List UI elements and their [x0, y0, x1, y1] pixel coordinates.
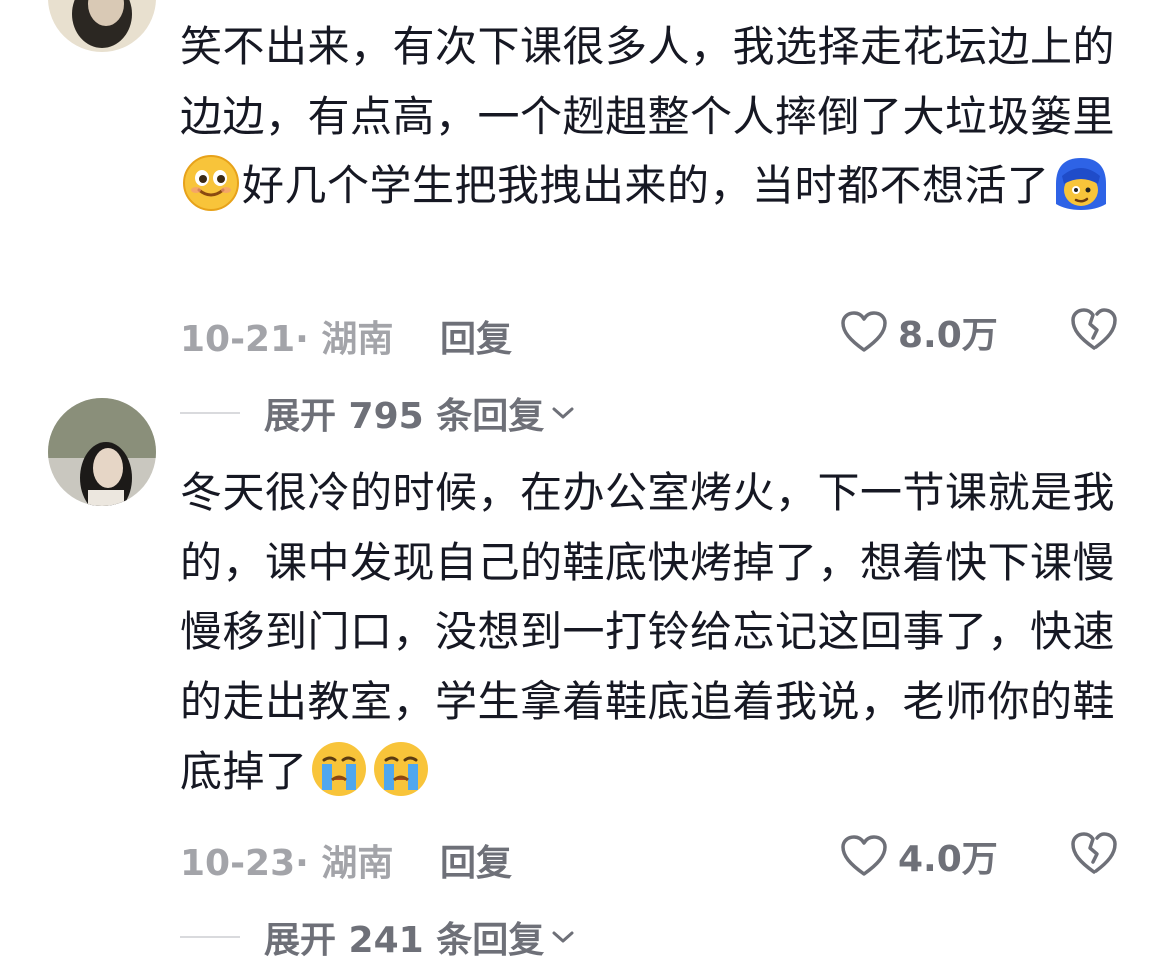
comment-meta: 10-23· 湖南 回复 4.0万 [180, 826, 1130, 886]
date-location: 10-23· 湖南 [180, 843, 394, 884]
expand-replies[interactable]: 展开 241 条回复 [180, 912, 576, 962]
comment-text: 冬天很冷的时候，在办公室烤火，下一节课就是我的，课中发现自己的鞋底快烤掉了，想着… [180, 458, 1120, 807]
expand-replies-label: 展开 241 条回复 [264, 920, 545, 961]
chevron-down-icon [552, 407, 574, 419]
divider [180, 936, 240, 938]
like-button[interactable]: 4.0万 [840, 826, 998, 886]
smiling-eyes-emoji-icon [182, 154, 240, 212]
broken-heart-icon[interactable] [1070, 830, 1118, 876]
broken-heart-icon[interactable] [1070, 306, 1118, 352]
heart-outline-icon [841, 835, 887, 876]
chevron-down-icon [552, 931, 574, 943]
expand-replies-label: 展开 795 条回复 [264, 396, 545, 437]
heart-outline-icon [841, 311, 887, 352]
avatar[interactable] [48, 0, 156, 52]
avatar[interactable] [48, 398, 156, 506]
crying-face-emoji-icon [310, 740, 368, 798]
reply-button[interactable]: 回复 [440, 834, 512, 886]
like-button[interactable]: 8.0万 [840, 302, 998, 362]
comment-text-part-1: 笑不出来，有次下课很多人，我选择走花坛边上的边边，有点高，一个趔趄整个人摔倒了大… [180, 22, 1116, 141]
date-location: 10-21· 湖南 [180, 319, 394, 360]
reply-button[interactable]: 回复 [440, 310, 512, 362]
comment-meta: 10-21· 湖南 回复 8.0万 [180, 302, 1130, 362]
like-count: 4.0万 [898, 839, 998, 880]
expand-replies[interactable]: 展开 795 条回复 [180, 388, 576, 438]
divider [180, 412, 240, 414]
crying-face-emoji-icon [372, 740, 430, 798]
like-count: 8.0万 [898, 315, 998, 356]
comment-text-part-2: 好几个学生把我拽出来的，当时都不想活了 [242, 161, 1050, 211]
blue-hair-face-emoji-icon [1052, 154, 1110, 212]
comment-text: 笑不出来，有次下课很多人，我选择走花坛边上的边边，有点高，一个趔趄整个人摔倒了大… [180, 12, 1120, 221]
